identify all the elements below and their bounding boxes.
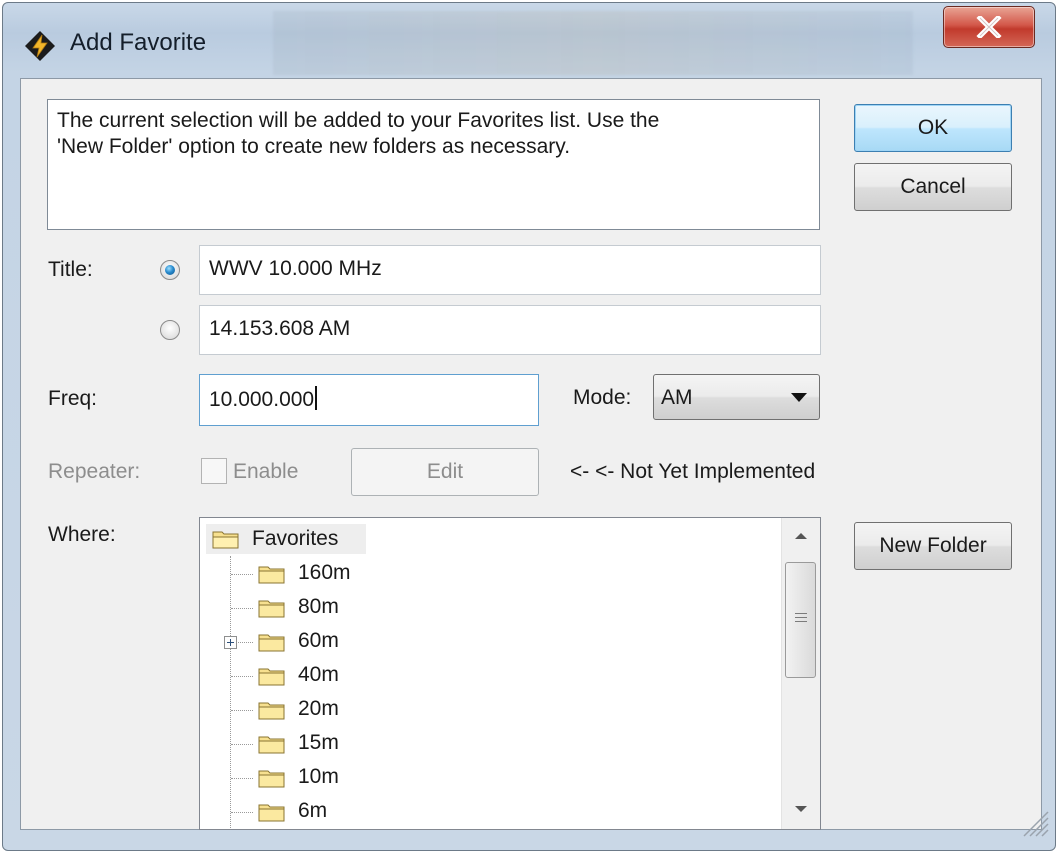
lightning-diamond-icon	[24, 30, 56, 62]
tree-label-20m: 20m	[298, 697, 339, 720]
tree-connector	[231, 574, 253, 575]
tree-item-60m[interactable]: 60m	[200, 626, 760, 656]
cancel-button[interactable]: Cancel	[854, 163, 1012, 211]
title-field-custom-value: WWV 10.000 MHz	[209, 257, 382, 280]
close-button[interactable]	[943, 6, 1035, 48]
tree-item-15m[interactable]: 15m	[200, 728, 760, 758]
new-folder-button[interactable]: New Folder	[854, 522, 1012, 570]
tree-connector	[231, 676, 253, 677]
title-field-auto-value: 14.153.608 AM	[209, 317, 351, 340]
tree-item-favorites[interactable]: Favorites	[206, 524, 366, 554]
not-implemented-note: <- <- Not Yet Implemented	[570, 460, 816, 483]
tree-label-60m: 60m	[298, 629, 339, 652]
freq-label: Freq:	[48, 387, 98, 410]
chevron-down-icon	[791, 393, 807, 402]
resize-grip-icon[interactable]	[1020, 808, 1050, 838]
tree-label-40m: 40m	[298, 663, 339, 686]
tree-connector	[231, 778, 253, 779]
folder-icon	[258, 668, 285, 686]
title-radio-custom[interactable]	[160, 260, 180, 280]
window-title: Add Favorite	[70, 29, 207, 56]
folder-icon	[258, 634, 285, 652]
title-field-custom[interactable]: WWV 10.000 MHz	[199, 245, 821, 295]
tree-label-80m: 80m	[298, 595, 339, 618]
folder-icon	[258, 566, 285, 584]
grip-line	[795, 613, 807, 614]
title-field-auto[interactable]: 14.153.608 AM	[199, 305, 821, 355]
tree-item-160m[interactable]: 160m	[200, 558, 760, 588]
tree-label-160m: 160m	[298, 561, 351, 584]
tree-connector	[238, 642, 253, 643]
grip-line	[795, 617, 807, 618]
tree-item-20m[interactable]: 20m	[200, 694, 760, 724]
plus-expander-icon[interactable]	[224, 636, 237, 649]
mode-label: Mode:	[573, 386, 632, 409]
text-caret	[315, 386, 318, 410]
folder-icon	[258, 804, 285, 822]
tree-vertical-scrollbar[interactable]	[781, 518, 820, 829]
scrollbar-thumb[interactable]	[785, 562, 816, 678]
repeater-enable-label: Enable	[233, 460, 299, 483]
background-window-ghost	[273, 11, 913, 75]
scroll-up-arrow-icon[interactable]	[795, 533, 807, 539]
tree-connector	[231, 710, 253, 711]
tree-label-6m: 6m	[298, 799, 328, 822]
title-radio-auto[interactable]	[160, 320, 180, 340]
close-icon	[976, 16, 1002, 38]
tree-label-favorites: Favorites	[252, 527, 339, 550]
tree-connector	[231, 812, 253, 813]
grip-line	[795, 621, 807, 622]
repeater-enable-checkbox[interactable]	[201, 458, 227, 484]
edit-button[interactable]: Edit	[351, 448, 539, 496]
title-label: Title:	[48, 258, 93, 281]
folder-tree[interactable]: Favorites 160m 80m 60m 40m 20m 15m 10m 6…	[199, 517, 821, 830]
tree-item-40m[interactable]: 40m	[200, 660, 760, 690]
folder-icon	[258, 600, 285, 618]
tree-connector	[231, 608, 253, 609]
scroll-down-arrow-icon[interactable]	[795, 806, 807, 812]
repeater-label: Repeater:	[48, 460, 141, 483]
description-box: The current selection will be added to y…	[47, 99, 820, 230]
description-text: The current selection will be added to y…	[57, 109, 660, 158]
tree-item-80m[interactable]: 80m	[200, 592, 760, 622]
freq-input[interactable]: 10.000.000	[199, 374, 539, 426]
folder-icon	[212, 531, 239, 549]
mode-select-value: AM	[661, 386, 693, 409]
ok-button[interactable]: OK	[854, 104, 1012, 152]
tree-connector	[231, 744, 253, 745]
mode-select[interactable]: AM	[653, 374, 820, 420]
where-label: Where:	[48, 523, 116, 546]
tree-item-10m[interactable]: 10m	[200, 762, 760, 792]
freq-value: 10.000.000	[209, 388, 315, 411]
folder-icon	[258, 770, 285, 788]
tree-item-6m[interactable]: 6m	[200, 796, 760, 826]
folder-icon	[258, 736, 285, 754]
folder-icon	[258, 702, 285, 720]
tree-label-10m: 10m	[298, 765, 339, 788]
tree-label-15m: 15m	[298, 731, 339, 754]
